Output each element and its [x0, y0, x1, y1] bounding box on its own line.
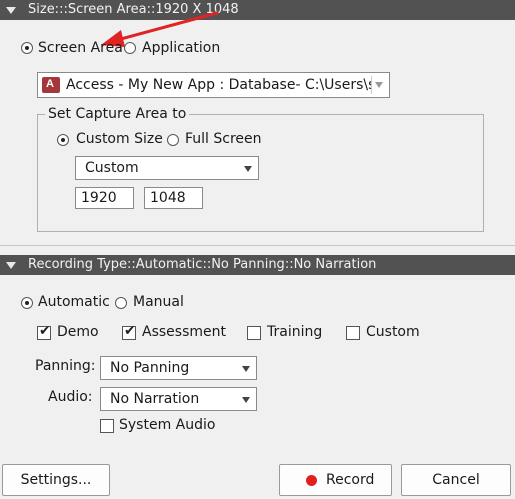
chevron-down-icon: [375, 82, 383, 88]
manual-label[interactable]: Manual: [133, 294, 184, 310]
full-screen-radio[interactable]: [167, 134, 179, 146]
assessment-label[interactable]: Assessment: [142, 324, 226, 340]
panning-select[interactable]: No Panning: [100, 356, 257, 380]
collapse-triangle-icon[interactable]: [6, 7, 16, 14]
system-audio-checkbox[interactable]: [100, 419, 114, 433]
collapse-triangle-icon[interactable]: [6, 262, 16, 269]
application-select[interactable]: A Access - My New App : Database- C:\Use…: [37, 72, 390, 98]
chevron-down-icon: [244, 166, 252, 172]
record-dot-icon: [306, 475, 317, 486]
record-button[interactable]: Record: [279, 464, 392, 496]
recording-section-header[interactable]: Recording Type::Automatic::No Panning::N…: [0, 255, 515, 275]
capture-area-legend: Set Capture Area to: [45, 106, 190, 122]
recording-section-title: Recording Type::Automatic::No Panning::N…: [28, 257, 377, 272]
capture-width-value: 1920: [81, 190, 117, 206]
settings-button[interactable]: Settings...: [2, 464, 110, 496]
demo-checkbox[interactable]: ✔: [37, 323, 51, 340]
custom-label[interactable]: Custom: [366, 324, 420, 340]
screen-area-radio[interactable]: [21, 42, 33, 54]
section-divider: [0, 245, 515, 246]
chevron-down-icon: [242, 397, 250, 403]
settings-button-label: Settings...: [20, 472, 92, 488]
capture-width-input[interactable]: 1920: [75, 187, 134, 209]
demo-label[interactable]: Demo: [57, 324, 99, 340]
cancel-button[interactable]: Cancel: [401, 464, 511, 496]
screen-area-label[interactable]: Screen Area: [38, 40, 123, 56]
application-label[interactable]: Application: [142, 40, 220, 56]
system-audio-label[interactable]: System Audio: [119, 417, 215, 433]
audio-label: Audio:: [48, 389, 93, 405]
checkmark-icon: ✔: [124, 323, 136, 339]
capture-size-preset-select[interactable]: Custom: [75, 156, 259, 180]
automatic-radio[interactable]: [21, 297, 33, 309]
manual-radio[interactable]: [115, 297, 127, 309]
panning-select-value: No Panning: [110, 360, 190, 376]
application-radio[interactable]: [124, 42, 136, 54]
custom-checkbox[interactable]: [346, 326, 360, 340]
custom-size-label[interactable]: Custom Size: [76, 131, 163, 147]
panning-label: Panning:: [35, 358, 96, 374]
capture-size-preset-value: Custom: [85, 160, 139, 176]
application-select-value: Access - My New App : Database- C:\Users…: [66, 77, 372, 93]
access-app-icon: A: [42, 77, 60, 93]
record-button-label: Record: [326, 472, 375, 488]
full-screen-label[interactable]: Full Screen: [185, 131, 262, 147]
training-checkbox[interactable]: [247, 326, 261, 340]
custom-size-radio[interactable]: [57, 134, 69, 146]
capture-height-value: 1048: [150, 190, 186, 206]
size-section-header[interactable]: Size:::Screen Area::1920 X 1048: [0, 0, 515, 20]
audio-select-value: No Narration: [110, 391, 200, 407]
cancel-button-label: Cancel: [432, 472, 480, 488]
audio-select[interactable]: No Narration: [100, 387, 257, 411]
checkmark-icon: ✔: [39, 323, 51, 339]
chevron-down-icon: [242, 366, 250, 372]
training-label[interactable]: Training: [267, 324, 322, 340]
automatic-label[interactable]: Automatic: [38, 294, 110, 310]
assessment-checkbox[interactable]: ✔: [122, 323, 136, 340]
capture-height-input[interactable]: 1048: [144, 187, 203, 209]
